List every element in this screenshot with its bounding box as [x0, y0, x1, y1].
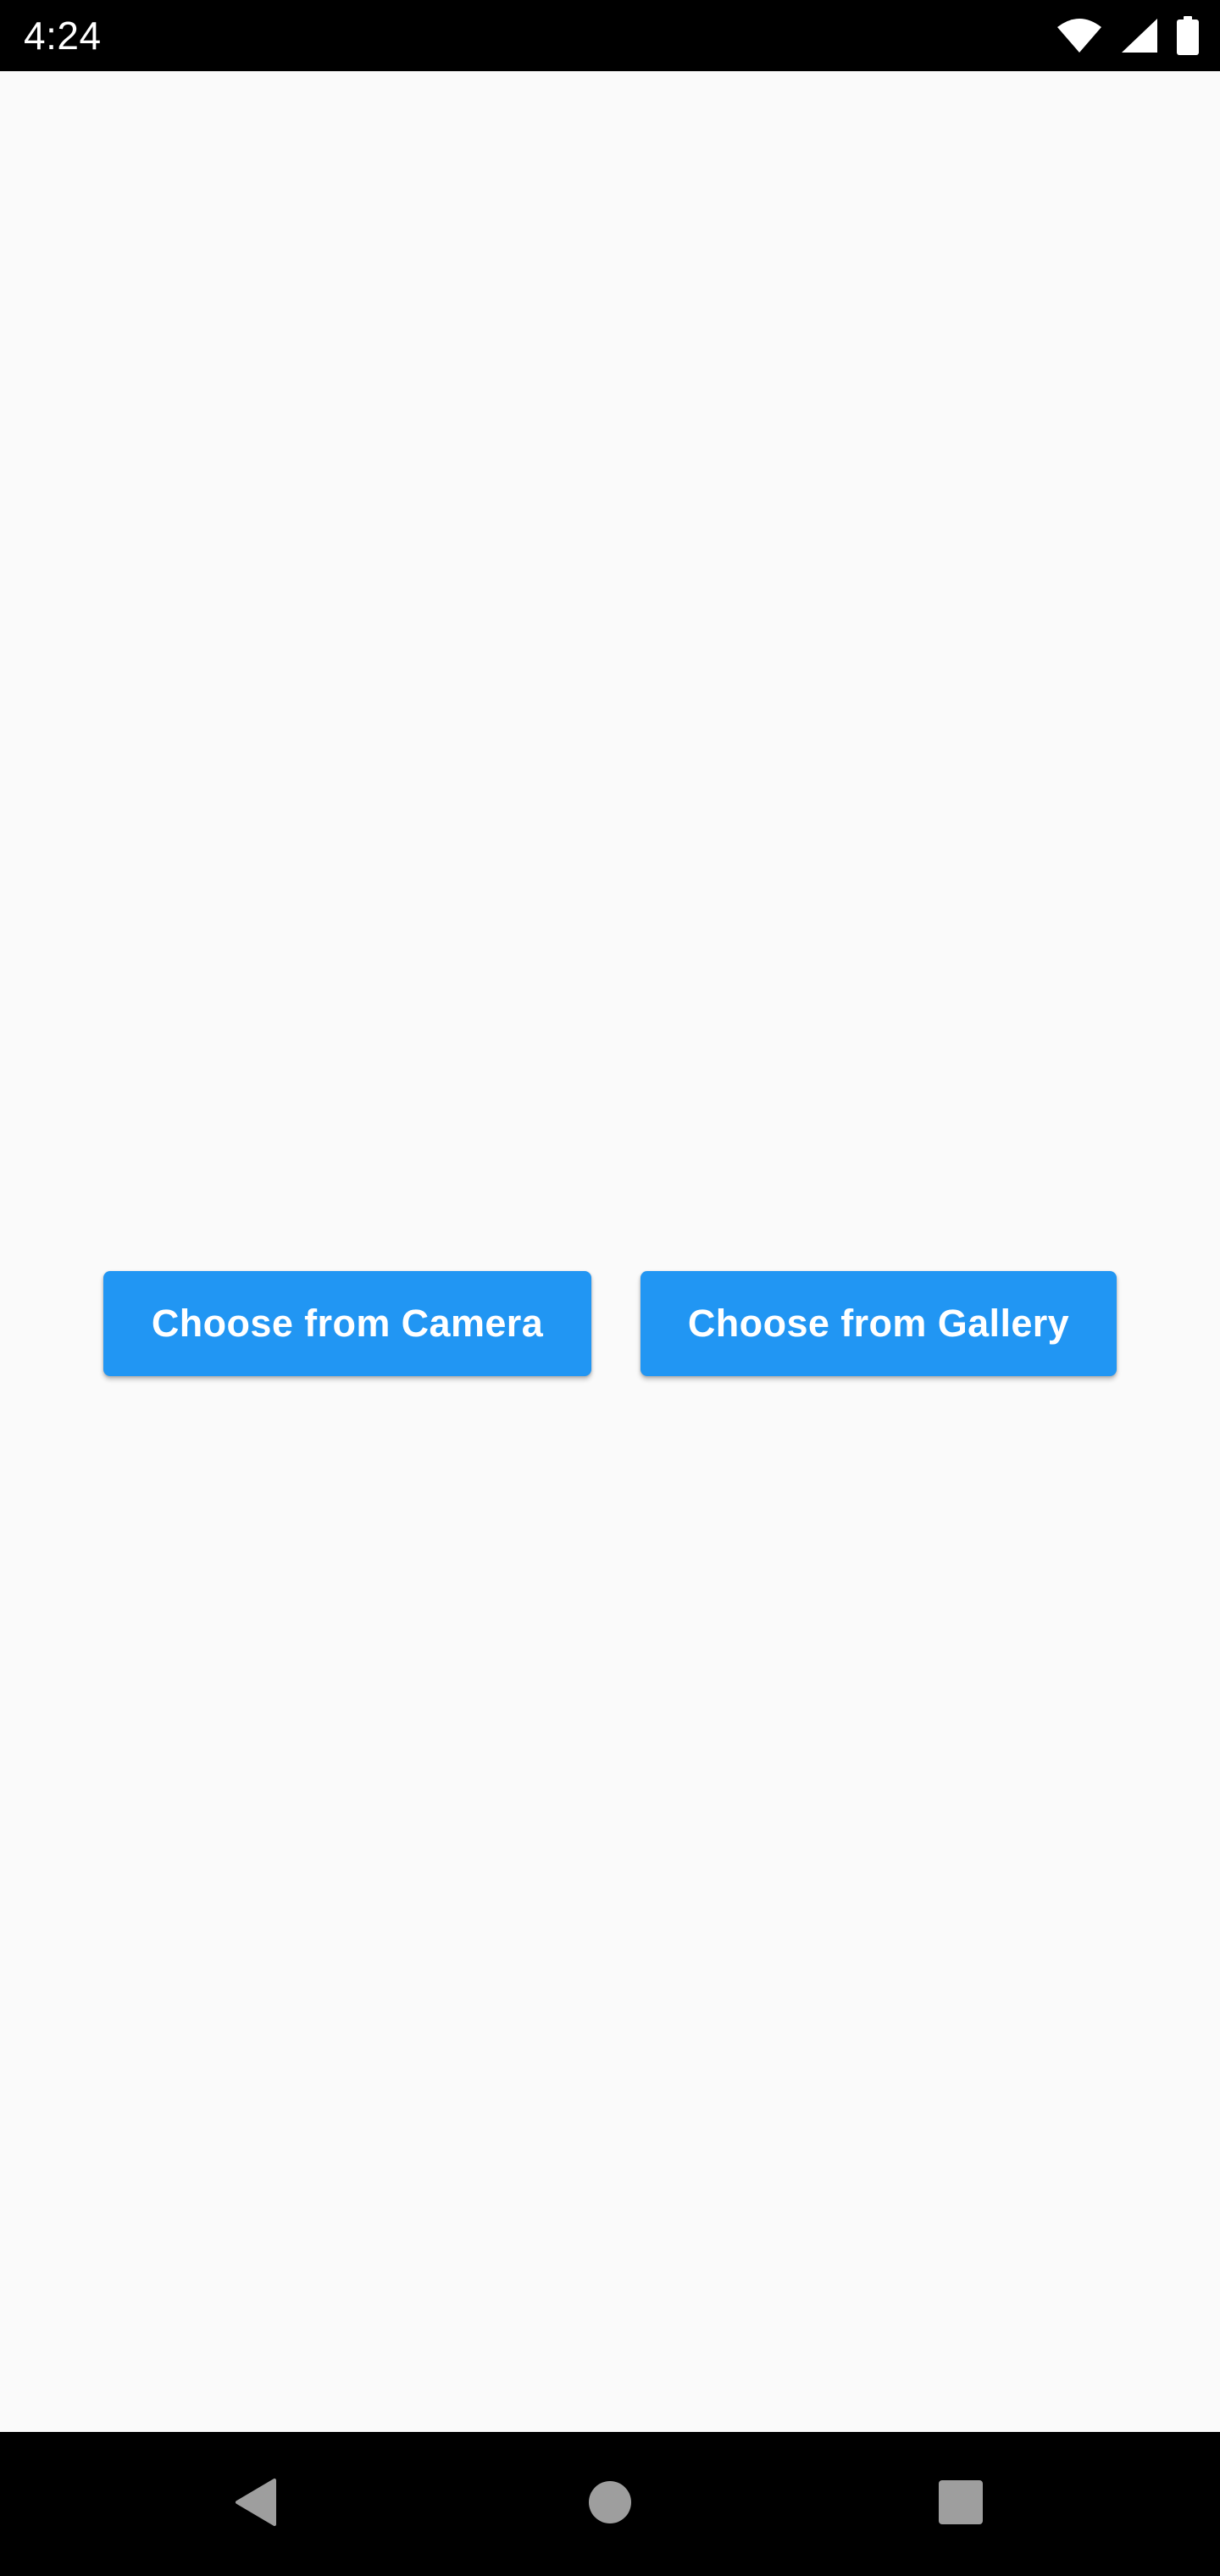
status-icons [1056, 15, 1200, 56]
back-icon [232, 2477, 280, 2532]
main-content: Choose from Camera Choose from Gallery [0, 71, 1220, 2432]
status-bar: 4:24 [0, 0, 1220, 71]
status-time: 4:24 [24, 14, 102, 58]
choose-from-camera-button[interactable]: Choose from Camera [103, 1271, 591, 1376]
wifi-icon [1056, 17, 1103, 54]
back-button[interactable] [222, 2470, 290, 2538]
home-icon [588, 2480, 632, 2529]
home-button[interactable] [576, 2470, 644, 2538]
cellular-signal-icon [1120, 17, 1159, 54]
navigation-bar [0, 2432, 1220, 2576]
choose-from-gallery-button[interactable]: Choose from Gallery [640, 1271, 1117, 1376]
battery-icon [1176, 16, 1200, 55]
recents-button[interactable] [927, 2470, 995, 2538]
recents-icon [938, 2479, 984, 2529]
